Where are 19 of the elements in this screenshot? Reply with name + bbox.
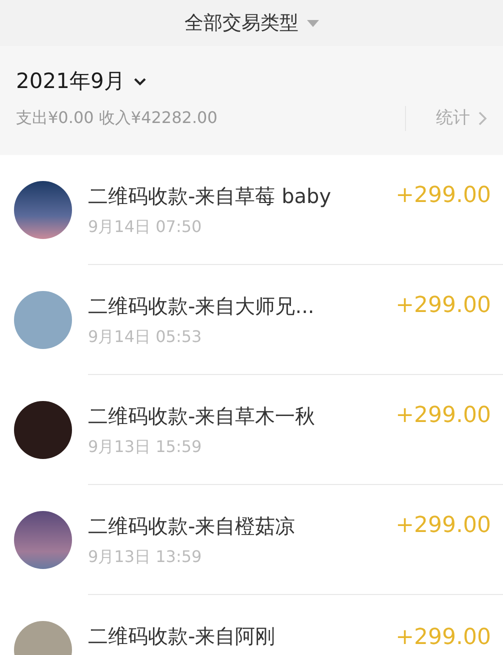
transaction-title: 二维码收款-来自阿刚 [88,622,276,650]
month-totals: 支出¥0.00 收入¥42282.00 [16,107,218,130]
transaction-title: 二维码收款-来自大师兄... [88,292,314,320]
transaction-title: 二维码收款-来自草木一秋 [88,402,316,430]
transaction-amount: +299.00 [396,624,491,652]
filter-title[interactable]: 全部交易类型 [184,8,298,38]
chevron-down-icon[interactable] [132,77,147,86]
transaction-time: 9月14日 05:53 [88,326,203,348]
transaction-amount: +299.00 [396,182,491,210]
transaction-title: 二维码收款-来自草莓 baby [88,182,332,210]
transaction-amount: +299.00 [396,512,491,540]
transaction-time: 9月13日 13:59 [88,546,203,568]
transaction-amount: +299.00 [396,292,491,320]
month-selector[interactable]: 2021年9月 [16,66,125,98]
chevron-right-icon [478,110,487,126]
transaction-time: 9月13日 15:59 [88,436,203,458]
transaction-title: 二维码收款-来自橙菇凉 [88,512,296,540]
transaction-time: 9月14日 07:50 [88,216,203,238]
transaction-amount: +299.00 [396,402,491,430]
